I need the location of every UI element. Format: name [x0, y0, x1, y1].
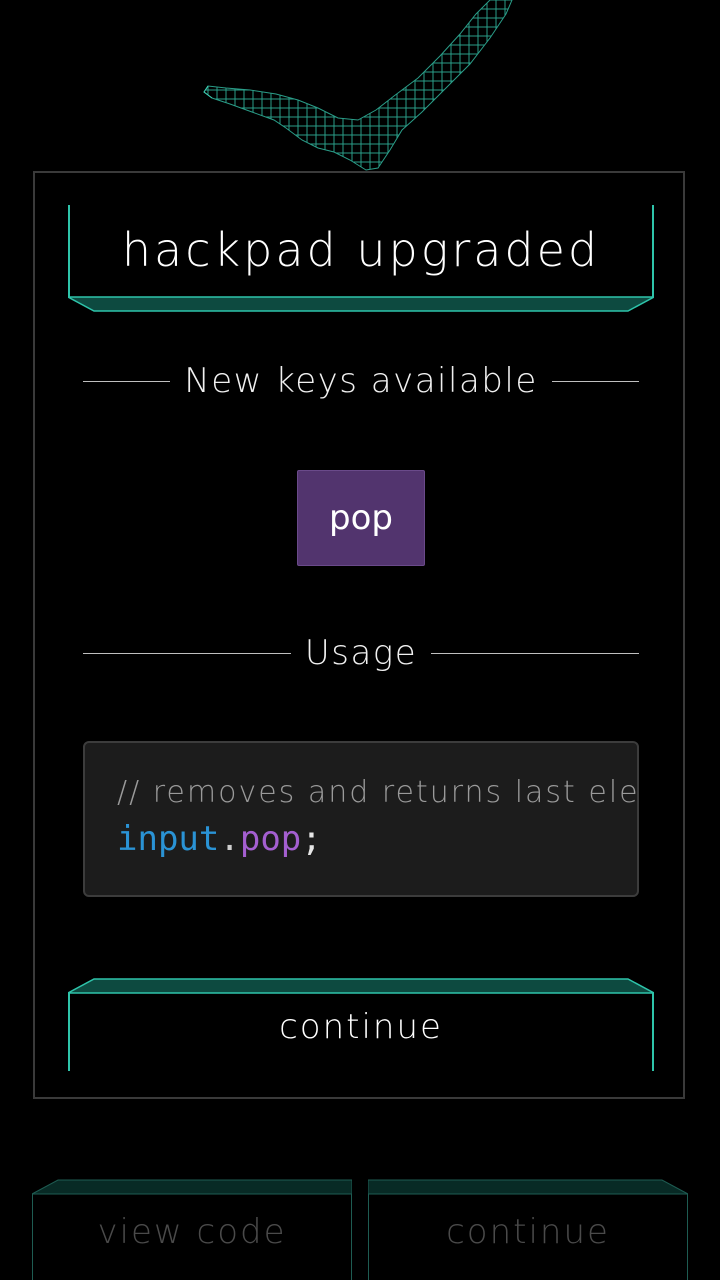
new-keys-heading: New keys available: [83, 361, 640, 401]
divider-right: [551, 380, 640, 382]
continue-button-top-bevel: [68, 978, 654, 994]
divider-left: [83, 652, 291, 654]
divider-left: [83, 380, 171, 382]
view-code-label: view code: [97, 1212, 287, 1252]
footer-continue-button-top-bevel: [368, 1179, 688, 1195]
view-code-button-top-bevel: [32, 1179, 352, 1195]
dialog-continue-label: continue: [279, 1007, 443, 1047]
key-chip-pop: pop: [297, 470, 425, 566]
footer-continue-label: continue: [446, 1212, 610, 1252]
title-panel-base: [68, 296, 654, 312]
dialog-continue-button[interactable]: continue: [68, 977, 654, 1071]
view-code-button[interactable]: view code: [32, 1178, 352, 1280]
footer-continue-button[interactable]: continue: [368, 1178, 688, 1280]
usage-heading-label: Usage: [304, 633, 418, 673]
divider-right: [431, 652, 640, 654]
code-identifier: input: [117, 819, 220, 859]
wireframe-background-art: [203, 0, 513, 171]
dialog-title-panel: hackpad upgraded: [68, 205, 654, 313]
code-line: input.pop;: [117, 819, 322, 859]
code-comment: // removes and returns last ele: [117, 775, 639, 810]
usage-heading: Usage: [83, 633, 640, 673]
new-keys-heading-label: New keys available: [184, 361, 538, 401]
code-method: pop: [239, 819, 302, 859]
upgrade-dialog: hackpad upgraded New keys available pop …: [33, 171, 685, 1099]
usage-code-block: // removes and returns last ele input.po…: [83, 741, 639, 897]
code-dot: .: [219, 819, 240, 859]
dialog-title: hackpad upgraded: [121, 223, 601, 277]
screen: hackpad upgraded New keys available pop …: [0, 0, 720, 1280]
code-terminator: ;: [301, 819, 322, 859]
